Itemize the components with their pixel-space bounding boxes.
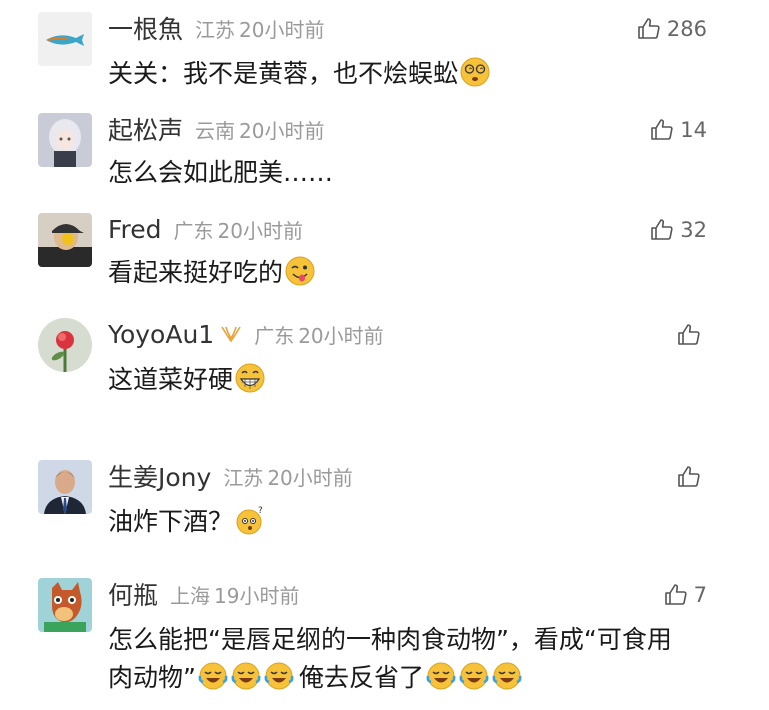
comment-text-row: 油炸下酒？? [108,502,266,542]
avatar[interactable] [38,318,92,372]
timestamp: 20小时前 [298,323,384,348]
winking-tongue-emoji [285,256,315,286]
horse-icon [38,578,92,632]
confused-emoji: ? [236,506,263,535]
location: 江苏 [195,17,236,42]
avatar[interactable] [38,113,92,167]
fish-icon [38,12,92,66]
laugh-cry-emoji [231,662,261,690]
comment-text-row: 看起来挺好吃的 [108,253,316,293]
location: 广东 [173,218,214,243]
flower-icon [38,318,92,372]
avatar[interactable] [38,578,92,632]
location: 江苏 [223,465,264,490]
comment-text-row: 关关：我不是黄蓉，也不烩蜈蚣 [108,54,491,94]
thumbs-up-icon [651,119,673,140]
thumbs-up-icon [651,219,673,240]
comment-header: Fred 广东 20小时前 [108,213,303,245]
laugh-cry-emoji [492,662,522,690]
like-button[interactable]: 286 [637,14,707,44]
avatar[interactable] [38,460,92,514]
timestamp: 20小时前 [217,218,303,243]
comment-header: 一根魚 江苏 20小时前 [108,12,324,44]
like-count: 286 [666,17,707,41]
username[interactable]: Fred [108,215,162,244]
comment-text: 怎么能把“是唇足纲的一种肉食动物”，看成“可食用 [108,625,672,654]
username[interactable]: YoyoAu1 [108,320,214,349]
dizzy-face-emoji [460,57,490,87]
comment-text: 这道菜好硬 [108,365,234,394]
man-suit-icon [38,460,92,514]
comment-text: 俺去反省了 [298,663,424,692]
comment-text: 看起来挺好吃的 [108,258,284,287]
like-button[interactable]: 32 [650,215,707,245]
timestamp: 19小时前 [214,583,300,608]
location: 广东 [254,323,295,348]
comment-text: 肉动物” [108,663,196,692]
comment-header: 何瓶 上海 19小时前 [108,578,299,610]
anime-girl-icon [38,113,92,167]
comment-header: 起松声 云南 20小时前 [108,113,324,145]
vip-badge-icon [221,326,241,343]
like-count: 7 [693,583,707,607]
username[interactable]: 起松声 [108,111,183,147]
comment-header: 生姜Jony 江苏 20小时前 [108,460,353,492]
thumbs-up-icon [678,324,700,345]
avatar[interactable] [38,12,92,66]
comment-text: 油炸下酒？ [108,507,234,536]
laugh-cry-emoji [264,662,294,690]
username[interactable]: 何瓶 [108,576,158,612]
comment-text-row: 怎么能把“是唇足纲的一种肉食动物”，看成“可食用 [108,620,672,660]
grinning-emoji [235,363,265,393]
timestamp: 20小时前 [239,17,325,42]
comment-text: 关关：我不是黄蓉，也不烩蜈蚣 [108,59,459,88]
comment-text-row: 怎么会如此肥美…… [108,153,333,193]
like-count: 32 [680,218,707,242]
timestamp: 20小时前 [239,118,325,143]
like-button[interactable]: 7 [664,580,707,610]
username[interactable]: 一根魚 [108,10,183,46]
comment-header: YoyoAu1 广东 20小时前 [108,318,384,350]
thumbs-up-icon [664,584,687,605]
laugh-cry-emoji [459,662,489,690]
laugh-cry-emoji [426,662,456,690]
avatar[interactable] [38,213,92,267]
like-button[interactable] [677,462,707,492]
location: 云南 [195,118,236,143]
comment-text-row: 这道菜好硬 [108,360,266,400]
cap-person-icon [38,213,92,267]
comment-text-row: 肉动物” 俺去反省了 [108,658,523,698]
like-button[interactable]: 14 [650,115,707,145]
like-button[interactable] [677,320,707,350]
thumbs-up-icon [678,466,700,487]
thumbs-up-icon [638,18,660,39]
like-count: 14 [680,118,707,142]
location: 上海 [170,583,211,608]
svg-text:?: ? [258,506,263,516]
laugh-cry-emoji [198,662,228,690]
comment-text: 怎么会如此肥美…… [108,158,334,187]
timestamp: 20小时前 [267,465,353,490]
username[interactable]: 生姜Jony [108,458,211,494]
